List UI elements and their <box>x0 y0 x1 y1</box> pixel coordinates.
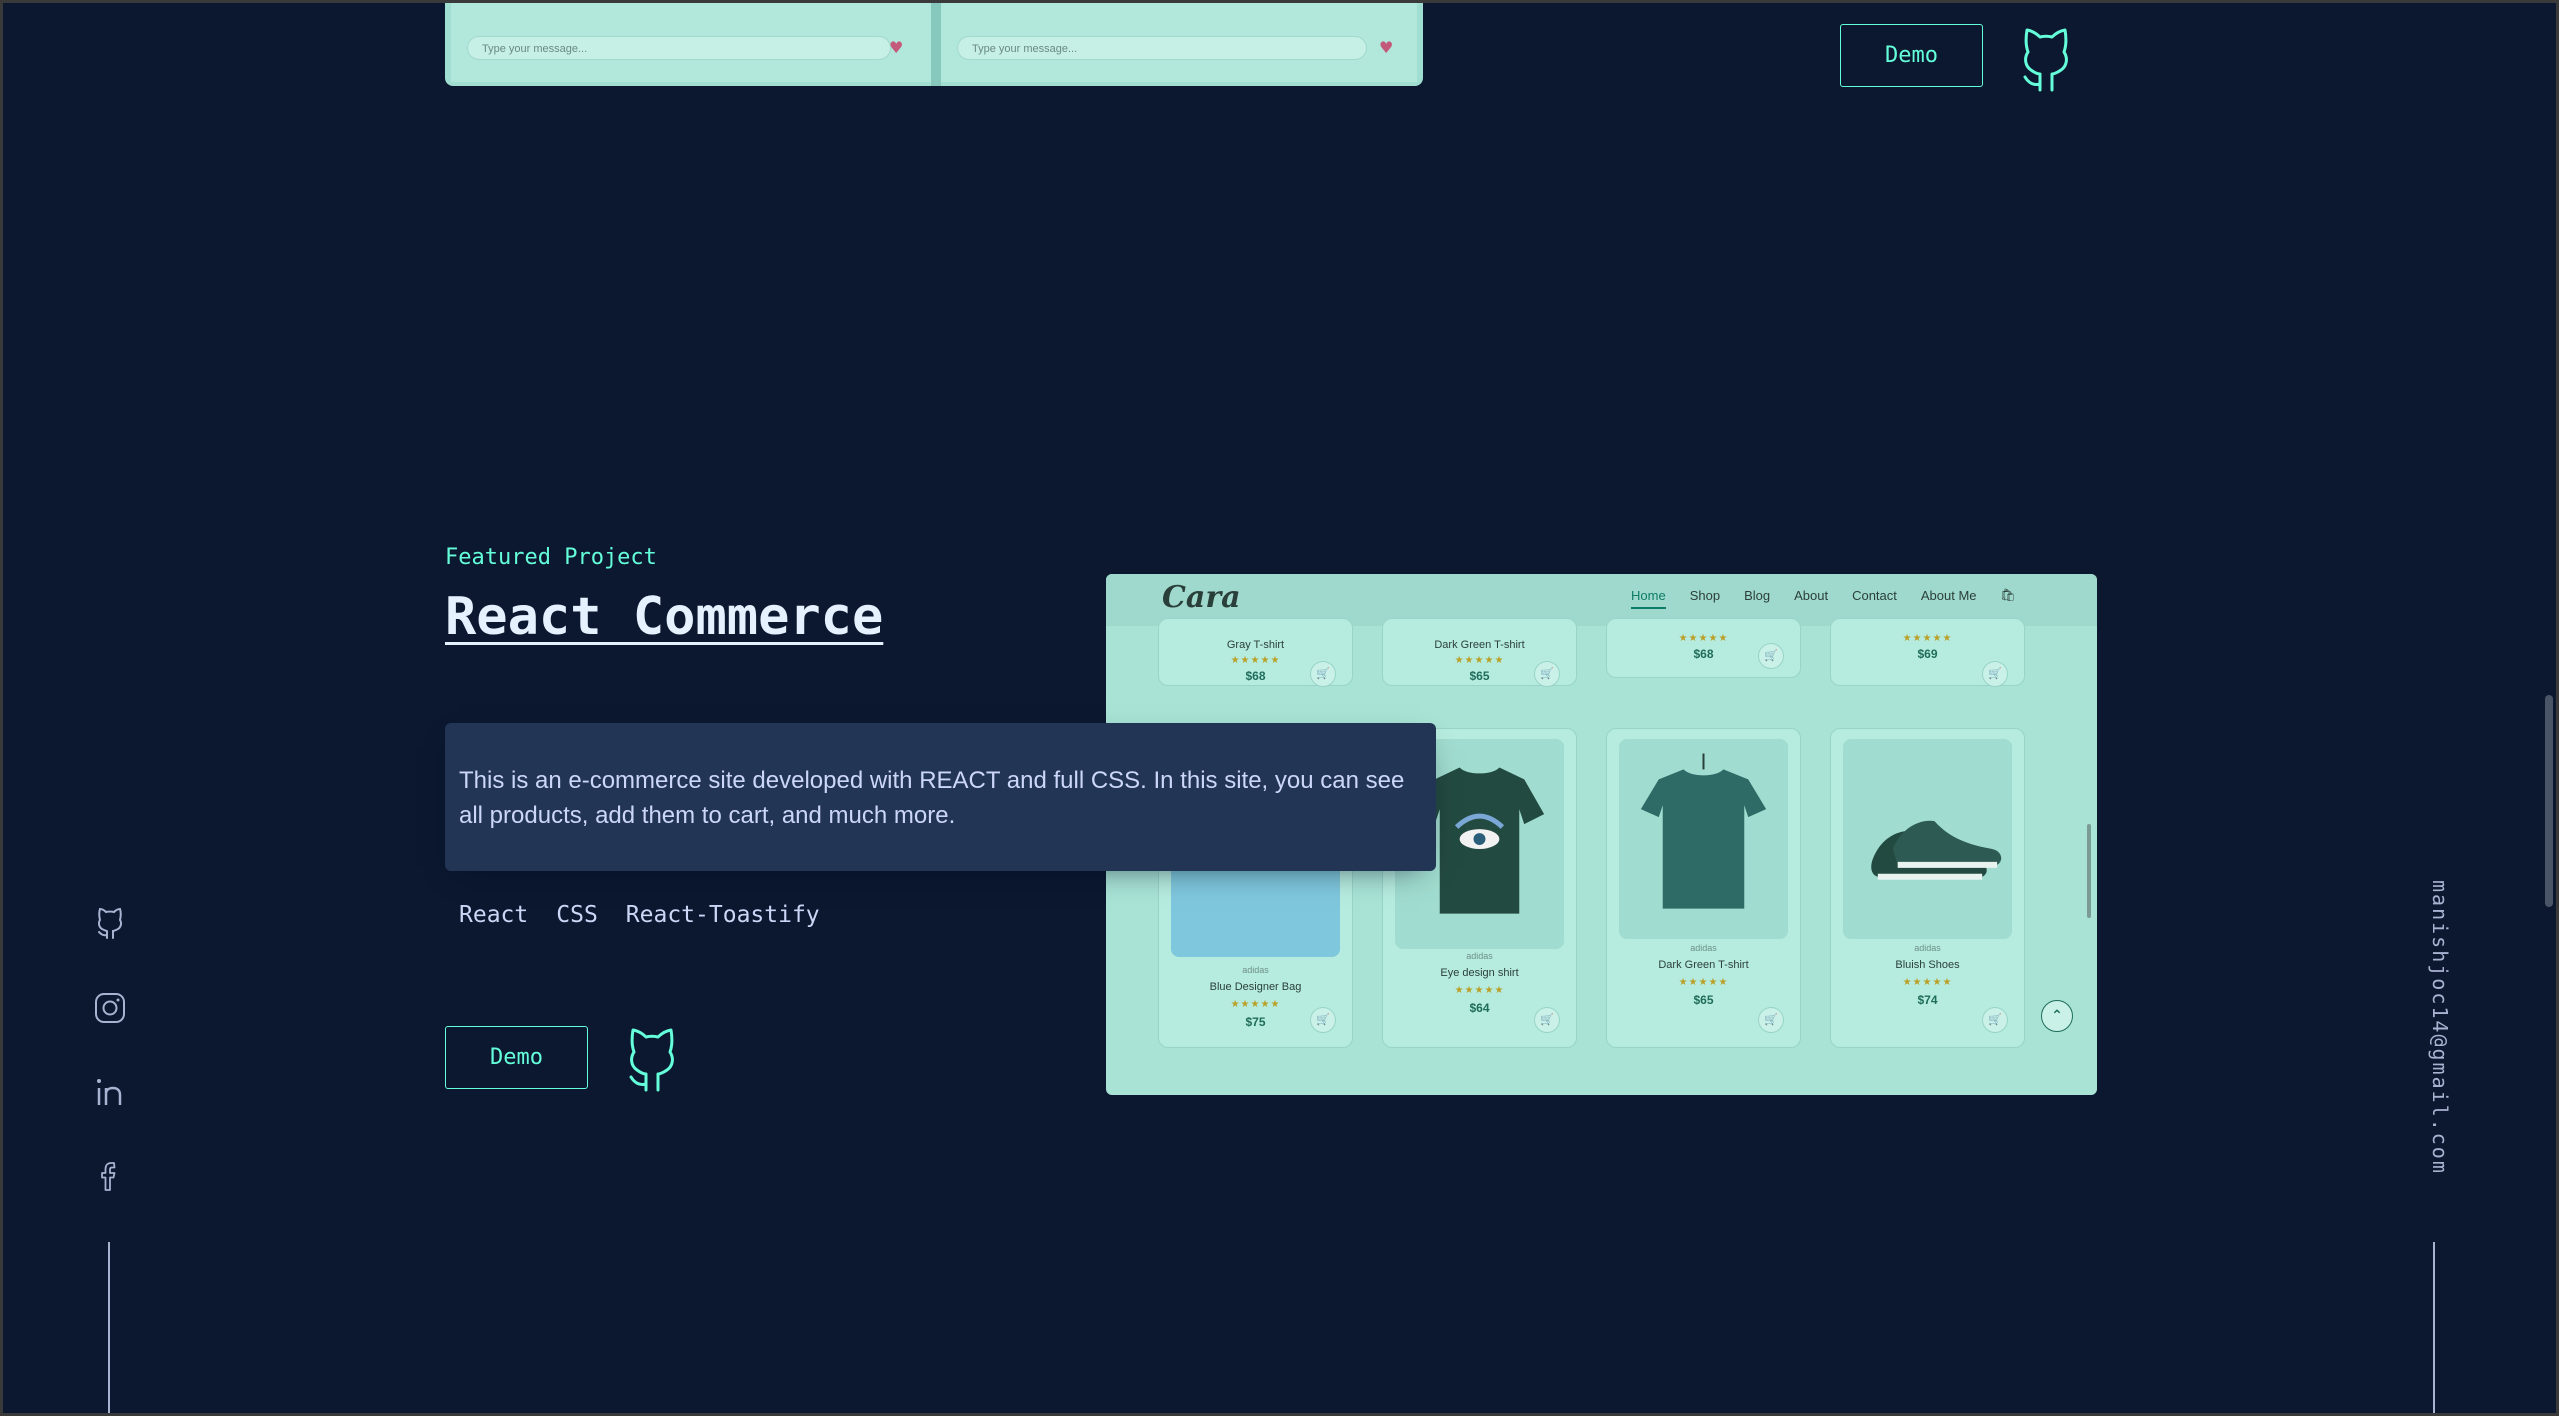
tech-list: React CSS React-Toastify <box>459 902 820 928</box>
linkedin-icon[interactable] <box>92 1074 128 1110</box>
product-card: adidas Bluish Shoes ★★★★★ $74 🛒 <box>1830 728 2025 1048</box>
cart-icon: 🛒 <box>1982 1007 2008 1033</box>
product-brand: adidas <box>1914 943 1941 953</box>
product-image-shoes <box>1843 739 2012 939</box>
email-link[interactable]: manishjoc14@gmail.com <box>2412 880 2452 1220</box>
product-price: $69 <box>1917 647 1938 661</box>
cart-icon: 🛒 <box>1310 661 1336 687</box>
product-name: Blue Designer Bag <box>1209 981 1302 993</box>
cart-icon: 🛒 <box>1534 661 1560 687</box>
cart-icon: 🛒 <box>1310 1007 1336 1033</box>
page-scrollbar-thumb[interactable] <box>2545 695 2553 907</box>
heart-icon: ♥ <box>1379 38 1394 57</box>
product-name: Dark Green T-shirt <box>1658 959 1749 971</box>
product-price: $74 <box>1917 993 1938 1007</box>
bag-icon: 🛍 <box>2000 588 2016 602</box>
scroll-up-icon: ⌃ <box>2041 1000 2073 1032</box>
page-scrollbar[interactable] <box>2542 0 2556 1413</box>
cart-icon: 🛒 <box>1758 1007 1784 1033</box>
shot-nav-contact: Contact <box>1852 588 1897 603</box>
product-card: ★★★★★ $69 🛒 <box>1830 618 2025 687</box>
product-name: Eye design shirt <box>1440 967 1519 979</box>
github-icon[interactable] <box>2015 22 2077 92</box>
shot-nav-about: About <box>1794 588 1829 603</box>
cart-icon: 🛒 <box>1982 661 2008 687</box>
right-sidebar-line <box>2433 1242 2435 1416</box>
product-card: Dark Green T-shirt ★★★★★ $65 🛒 <box>1382 618 1577 687</box>
shot-nav-about-me: About Me <box>1920 588 1977 603</box>
project-description: This is an e-commerce site developed wit… <box>445 723 1436 871</box>
product-stars: ★★★★★ <box>1678 977 1729 988</box>
shot-logo: Cara <box>1162 580 1241 615</box>
github-icon[interactable] <box>621 1022 683 1092</box>
shot-nav-home: Home <box>1631 588 1666 609</box>
cart-icon: 🛒 <box>1758 643 1784 669</box>
facebook-icon[interactable] <box>92 1158 128 1194</box>
product-name: Gray T-shirt <box>1226 639 1285 651</box>
product-card: Gray T-shirt ★★★★★ $68 🛒 <box>1158 618 1353 687</box>
message-input-left: Type your message... <box>467 36 891 60</box>
tech-item: React <box>459 902 529 928</box>
product-stars: ★★★★★ <box>1902 633 1953 644</box>
product-card: adidas Dark Green T-shirt ★★★★★ $65 🛒 <box>1606 728 1801 1048</box>
shot-nav-blog: Blog <box>1744 588 1771 603</box>
product-image-tshirt <box>1619 739 1788 939</box>
product-stars: ★★★★★ <box>1454 985 1505 996</box>
product-name: Bluish Shoes <box>1895 959 1960 971</box>
product-brand: adidas <box>1466 951 1493 961</box>
demo-button[interactable]: Demo <box>445 1026 588 1089</box>
left-sidebar-line <box>108 1242 110 1416</box>
product-price: $65 <box>1693 993 1714 1007</box>
instagram-icon[interactable] <box>92 990 128 1026</box>
tech-item: React-Toastify <box>625 902 820 928</box>
tech-item: CSS <box>556 902 598 928</box>
product-brand: adidas <box>1242 965 1269 975</box>
shot-scrollbar <box>2087 824 2091 918</box>
featured-overline: Featured Project <box>445 545 657 570</box>
product-card: ★★★★★ $68 🛒 <box>1606 618 1801 678</box>
previous-demo-button[interactable]: Demo <box>1840 24 1983 87</box>
product-name: Dark Green T-shirt <box>1434 639 1525 651</box>
heart-icon: ♥ <box>889 38 904 57</box>
github-icon[interactable] <box>92 904 128 940</box>
project-title-link[interactable]: React Commerce <box>445 587 883 647</box>
shot-nav-shop: Shop <box>1689 588 1721 603</box>
product-brand: adidas <box>1690 943 1717 953</box>
previous-project-screenshot[interactable]: Type your message... ♥ Type your message… <box>445 0 1423 86</box>
message-input-right: Type your message... <box>957 36 1367 60</box>
product-stars: ★★★★★ <box>1902 977 1953 988</box>
cart-icon: 🛒 <box>1534 1007 1560 1033</box>
chat-divider <box>931 0 941 86</box>
